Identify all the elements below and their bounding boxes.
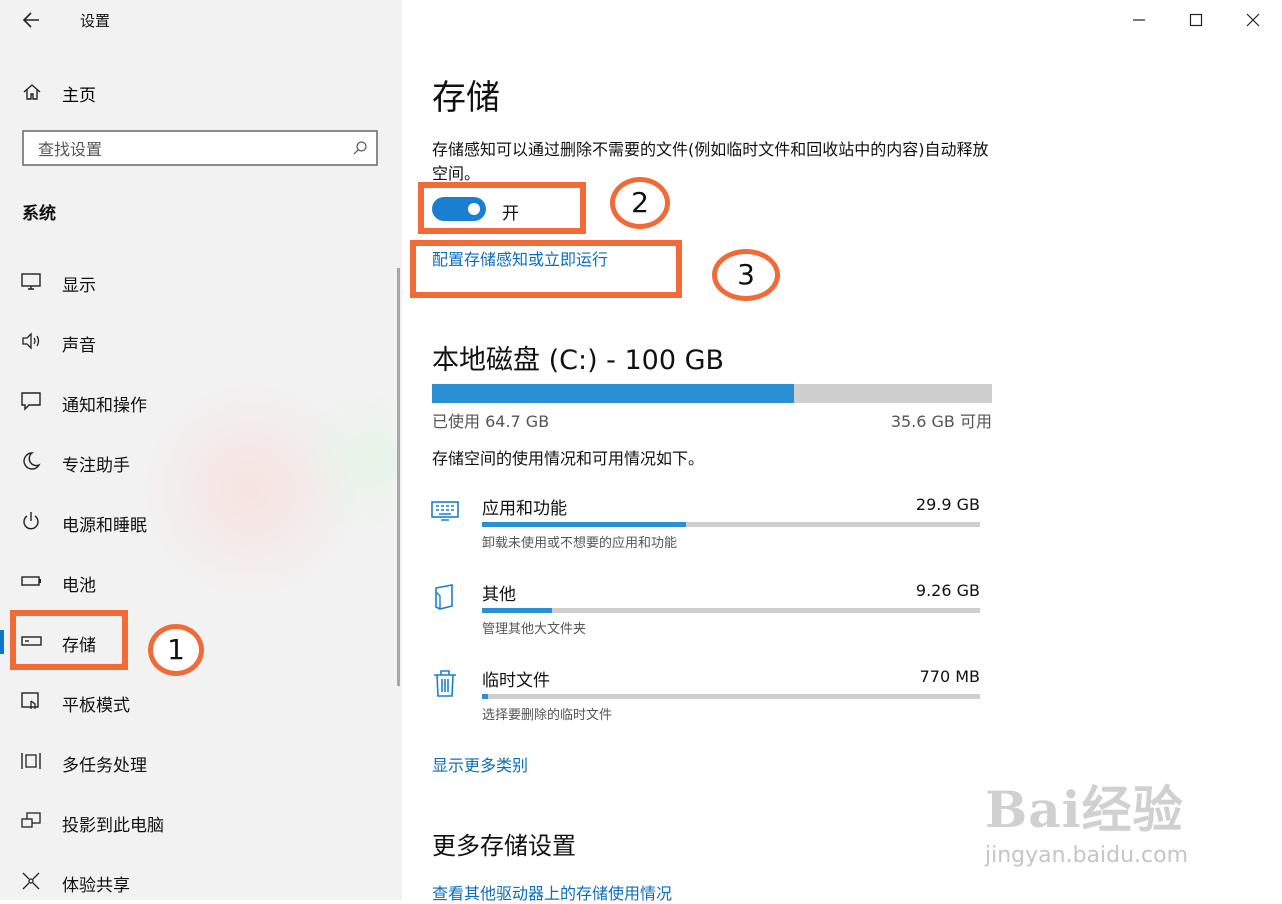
sidebar-item-focus-assist[interactable]: 专注助手 (0, 438, 398, 486)
minimize-button[interactable] (1124, 6, 1154, 34)
notification-icon (21, 392, 41, 411)
sidebar-item-multitasking[interactable]: 多任务处理 (0, 738, 398, 786)
category-usage-fill (482, 608, 552, 613)
page-title: 存储 (432, 78, 500, 118)
arrow-left-icon (22, 12, 39, 28)
tablet-icon (21, 692, 39, 709)
usage-description: 存储空间的使用情况和可用情况如下。 (432, 449, 705, 468)
home-icon (23, 84, 41, 100)
sidebar-item-label: 主页 (62, 86, 96, 106)
minimize-icon (1133, 19, 1145, 21)
category-usage-bar (482, 522, 980, 527)
sidebar-item-label: 显示 (62, 276, 96, 296)
monitor-icon (21, 273, 41, 290)
maximize-icon (1189, 13, 1203, 27)
sidebar-item-label: 电池 (62, 576, 96, 596)
category-temp-files[interactable]: 临时文件 770 MB 选择要删除的临时文件 (430, 666, 990, 742)
section-heading: 系统 (22, 204, 56, 224)
sidebar-item-display[interactable]: 显示 (0, 258, 398, 306)
sidebar-item-label: 投影到此电脑 (62, 816, 164, 836)
multitask-icon (21, 753, 41, 769)
used-label: 已使用 64.7 GB (432, 412, 550, 431)
close-button[interactable] (1238, 6, 1268, 34)
category-apps[interactable]: 应用和功能 29.9 GB 卸载未使用或不想要的应用和功能 (430, 494, 990, 570)
power-icon (23, 512, 39, 530)
category-size: 770 MB (919, 667, 980, 686)
baidu-watermark-logo: Bai经验 (985, 780, 1184, 839)
moon-icon (23, 452, 41, 470)
sidebar-item-label: 声音 (62, 336, 96, 356)
annotation-box-configure (410, 240, 682, 298)
other-drives-link[interactable]: 查看其他驱动器上的存储使用情况 (432, 880, 672, 904)
category-subtitle: 选择要删除的临时文件 (482, 708, 613, 723)
category-subtitle: 卸载未使用或不想要的应用和功能 (482, 536, 678, 551)
baidu-watermark-url: jingyan.baidu.com (985, 843, 1189, 868)
category-usage-fill (482, 694, 488, 699)
category-subtitle: 管理其他大文件夹 (482, 622, 587, 637)
project-icon (21, 812, 41, 828)
apps-icon (431, 501, 459, 521)
sidebar-item-project[interactable]: 投影到此电脑 (0, 798, 398, 846)
category-usage-bar (482, 608, 980, 613)
back-button[interactable] (18, 8, 48, 32)
category-name: 临时文件 (482, 671, 550, 691)
more-storage-settings-heading: 更多存储设置 (432, 832, 576, 860)
sidebar-item-label: 平板模式 (62, 696, 130, 716)
annotation-badge-1: 1 (148, 624, 204, 676)
search-icon[interactable] (352, 140, 368, 156)
category-size: 9.26 GB (915, 581, 980, 600)
category-other[interactable]: 其他 9.26 GB 管理其他大文件夹 (430, 580, 990, 656)
trash-icon (434, 670, 456, 697)
speaker-icon (22, 332, 40, 350)
disk-usage-fill (432, 384, 795, 403)
sidebar-item-label: 体验共享 (62, 876, 130, 896)
sidebar-item-label: 专注助手 (62, 456, 130, 476)
category-name: 其他 (482, 585, 516, 605)
sidebar-item-sound[interactable]: 声音 (0, 318, 398, 366)
free-label: 35.6 GB 可用 (890, 412, 992, 431)
sidebar-item-tablet-mode[interactable]: 平板模式 (0, 678, 398, 726)
share-icon (22, 872, 40, 890)
search-input[interactable] (36, 137, 340, 161)
category-usage-bar (482, 694, 980, 699)
annotation-badge-3: 3 (712, 249, 780, 301)
sidebar-item-home[interactable]: 主页 (0, 72, 400, 112)
sidebar-item-label: 电源和睡眠 (62, 516, 147, 536)
sidebar-item-notifications[interactable]: 通知和操作 (0, 378, 398, 426)
close-icon (1246, 13, 1260, 27)
sidebar-item-power[interactable]: 电源和睡眠 (0, 498, 398, 546)
folder-icon (435, 584, 453, 610)
search-box[interactable] (22, 130, 378, 166)
disk-usage-bar (432, 384, 992, 403)
sidebar-scrollbar[interactable] (397, 268, 400, 686)
selection-indicator (0, 630, 4, 654)
sidebar-item-battery[interactable]: 电池 (0, 558, 398, 606)
storage-sense-description: 存储感知可以通过删除不需要的文件(例如临时文件和回收站中的内容)自动释放空间。 (432, 140, 989, 183)
battery-icon (21, 576, 41, 586)
sidebar-item-label: 通知和操作 (62, 396, 147, 416)
navigation-pane: 设置 主页 系统 显示 声音 通知和操作 (0, 0, 402, 900)
annotation-box-storage (10, 610, 128, 670)
show-more-categories-link[interactable]: 显示更多类别 (432, 752, 528, 776)
sidebar-item-shared-experiences[interactable]: 体验共享 (0, 858, 398, 900)
category-size: 29.9 GB (915, 495, 980, 514)
annotation-box-toggle (418, 182, 586, 234)
category-usage-fill (482, 522, 687, 527)
disk-title: 本地磁盘 (C:) - 100 GB (432, 345, 725, 376)
app-title: 设置 (80, 12, 111, 30)
annotation-badge-2: 2 (610, 177, 670, 229)
sidebar-item-label: 多任务处理 (62, 756, 147, 776)
category-name: 应用和功能 (482, 499, 567, 519)
maximize-button[interactable] (1181, 6, 1211, 34)
